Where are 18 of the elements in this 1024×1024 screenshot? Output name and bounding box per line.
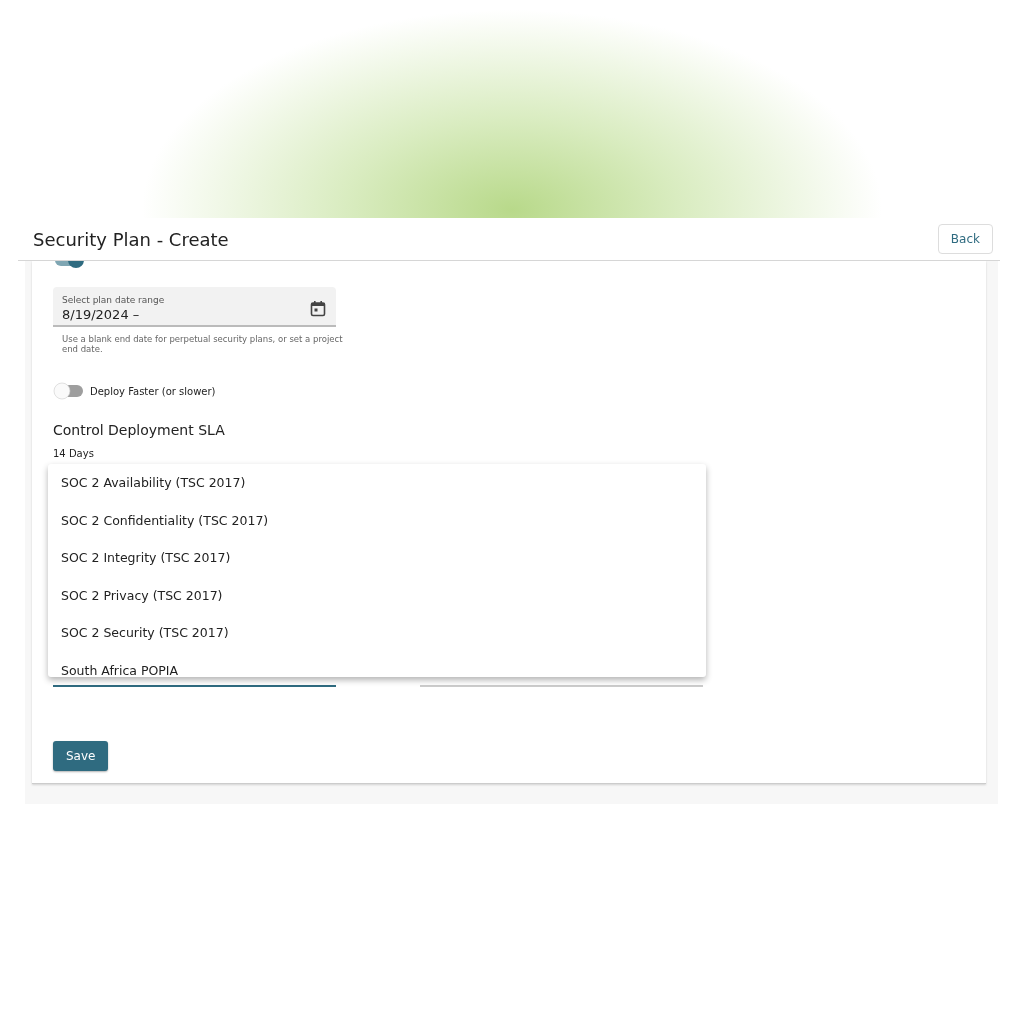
calendar-icon[interactable] [310, 300, 326, 317]
field-label: Select plan date range [62, 295, 165, 305]
back-button[interactable]: Back [937, 224, 993, 254]
page-title: Security Plan - Create [33, 228, 229, 250]
sla-value: 14 Days [53, 448, 95, 460]
date-range-field[interactable]: Select plan date range 8/19/2024 – [53, 287, 336, 327]
dropdown-option[interactable]: SOC 2 Privacy (TSC 2017) [48, 576, 706, 614]
dropdown-option[interactable]: South Africa POPIA [48, 651, 706, 677]
section-heading: Control Deployment SLA [53, 422, 226, 439]
dropdown-option[interactable]: SOC 2 Confidentiality (TSC 2017) [48, 501, 706, 539]
field-value: 8/19/2024 – [62, 307, 141, 322]
save-button[interactable]: Save [53, 741, 109, 771]
toggle-switch[interactable] [53, 382, 85, 401]
toggle-label: Deploy Faster (or slower) [90, 385, 216, 397]
helper-text: Use a blank end date for perpetual security plans, or set a project end date. [62, 334, 344, 355]
dropdown-option[interactable]: SOC 2 Security (TSC 2017) [48, 614, 706, 652]
dropdown-option[interactable]: SOC 2 Availability (TSC 2017) [48, 464, 706, 502]
dropdown-option[interactable]: SOC 2 Integrity (TSC 2017) [48, 539, 706, 577]
